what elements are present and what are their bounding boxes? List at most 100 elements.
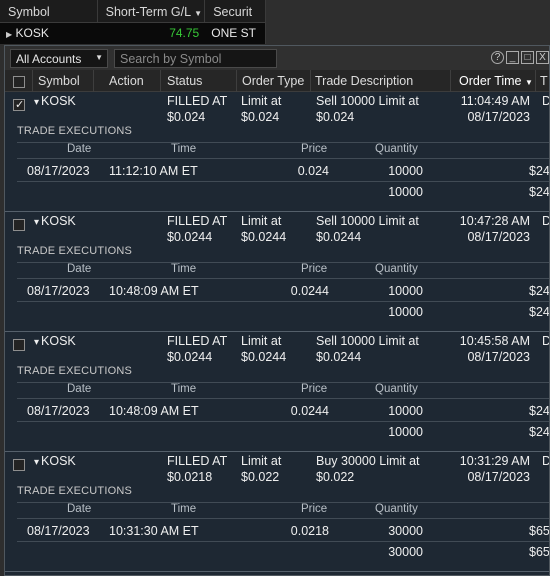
order-symbol[interactable]: KOSK	[34, 93, 76, 111]
order-desc-line1: Buy 30000 Limit at	[316, 454, 420, 468]
summary-total: $24	[529, 185, 550, 199]
positions-row[interactable]: ▶ KOSK 74.75 ONE ST	[0, 23, 265, 43]
order-type-line2: $0.0244	[241, 230, 287, 244]
order-type-line1: Limit at	[241, 334, 282, 348]
exec-price: 0.024	[297, 164, 329, 178]
order-checkbox[interactable]	[13, 339, 25, 351]
exec-col-price: Price	[301, 263, 328, 275]
exec-col-quantity: Quantity	[375, 143, 418, 155]
executions-header: Date Time Price Quantity	[17, 142, 549, 159]
order-status-line2: $0.024	[167, 110, 206, 124]
execution-summary-row: 10000 $24	[17, 183, 549, 203]
exec-time: 11:12:10 AM ET	[109, 164, 198, 178]
order-status-line2: $0.0218	[167, 470, 213, 484]
order-date: 08/17/2023	[467, 470, 530, 484]
trade-executions-label: TRADE EXECUTIONS	[17, 365, 133, 377]
positions-col-security[interactable]: Securit	[205, 0, 265, 22]
order-type-line2: $0.024	[241, 110, 280, 124]
order-symbol[interactable]: KOSK	[34, 333, 76, 351]
exec-time: 10:31:30 AM ET	[109, 524, 199, 538]
order-trailing-cell: D	[542, 213, 549, 229]
col-extra[interactable]: T	[536, 70, 549, 92]
exec-quantity: 10000	[388, 164, 423, 178]
col-order-time[interactable]: Order Time ▼	[451, 70, 536, 92]
exec-col-date: Date	[67, 263, 92, 275]
order-type-line2: $0.0244	[241, 350, 287, 364]
exec-total: $24	[529, 164, 550, 178]
sort-caret-icon: ▼	[194, 9, 203, 18]
symbol-search-input[interactable]: Search by Symbol	[114, 48, 277, 68]
order-time: 10:31:29 AM	[459, 454, 530, 468]
order-time: 11:04:49 AM	[460, 94, 530, 108]
account-select-value: All Accounts	[16, 51, 82, 66]
select-all-checkbox[interactable]	[13, 75, 25, 88]
execution-row[interactable]: 08/17/2023 11:12:10 AM ET 0.024 10000 $2…	[17, 162, 549, 182]
order-desc-line1: Sell 10000 Limit at	[316, 334, 419, 348]
execution-row[interactable]: 08/17/2023 10:48:09 AM ET 0.0244 10000 $…	[17, 282, 549, 302]
order-row[interactable]: KOSK FILLED AT $0.024 Limit at $0.024 Se…	[5, 92, 549, 212]
execution-row[interactable]: 08/17/2023 10:31:30 AM ET 0.0218 30000 $…	[17, 522, 549, 542]
col-action[interactable]: Action	[94, 70, 161, 92]
exec-col-price: Price	[301, 383, 328, 395]
order-status-line2: $0.0244	[167, 350, 213, 364]
order-checkbox[interactable]	[13, 219, 25, 231]
maximize-icon[interactable]: □	[521, 51, 534, 64]
positions-widget: Symbol Short-Term G/L ▼ Securit ▶ KOSK 7…	[0, 0, 266, 44]
exec-col-time: Time	[171, 383, 197, 395]
executions-header: Date Time Price Quantity	[17, 262, 549, 279]
summary-quantity: 30000	[388, 545, 423, 559]
chevron-down-icon: ▼	[95, 52, 103, 62]
order-desc-line2: $0.0244	[316, 350, 362, 364]
minimize-icon[interactable]: _	[506, 51, 519, 64]
positions-col-symbol[interactable]: Symbol	[0, 0, 98, 22]
exec-date: 08/17/2023	[27, 524, 90, 538]
orders-toolbar: All Accounts ▼ Search by Symbol ? _ □ X	[5, 46, 549, 70]
order-checkbox[interactable]	[13, 97, 25, 113]
summary-total: $65	[529, 545, 550, 559]
exec-date: 08/17/2023	[27, 404, 90, 418]
execution-summary-row: 10000 $24	[17, 423, 549, 443]
exec-price: 0.0218	[290, 524, 329, 538]
summary-total: $24	[529, 425, 550, 439]
order-status-line2: $0.0244	[167, 230, 213, 244]
order-type-line1: Limit at	[241, 214, 282, 228]
orders-list: KOSK FILLED AT $0.024 Limit at $0.024 Se…	[5, 92, 549, 572]
positions-gl-value: 74.75	[169, 26, 200, 40]
order-trailing-cell: D	[542, 333, 549, 349]
account-select[interactable]: All Accounts ▼	[10, 48, 108, 68]
exec-col-time: Time	[171, 503, 197, 515]
executions-header: Date Time Price Quantity	[17, 502, 549, 519]
trade-executions-label: TRADE EXECUTIONS	[17, 245, 133, 257]
order-symbol[interactable]: KOSK	[34, 213, 76, 231]
orders-window: All Accounts ▼ Search by Symbol ? _ □ X …	[4, 45, 550, 576]
order-time: 10:47:28 AM	[459, 214, 530, 228]
positions-col-gl[interactable]: Short-Term G/L ▼	[98, 0, 206, 22]
col-symbol[interactable]: Symbol	[33, 70, 94, 92]
execution-row[interactable]: 08/17/2023 10:48:09 AM ET 0.0244 10000 $…	[17, 402, 549, 422]
exec-col-price: Price	[301, 503, 328, 515]
orders-column-header: Symbol Action Status Order Type Trade De…	[5, 70, 549, 92]
exec-col-date: Date	[67, 383, 92, 395]
order-desc-line2: $0.024	[316, 110, 355, 124]
order-symbol[interactable]: KOSK	[34, 453, 76, 471]
order-row[interactable]: KOSK FILLED AT $0.0244 Limit at $0.0244 …	[5, 212, 549, 332]
close-icon[interactable]: X	[536, 51, 549, 64]
col-trade-description[interactable]: Trade Description	[311, 70, 451, 92]
col-order-type[interactable]: Order Type	[237, 70, 311, 92]
order-checkbox[interactable]	[13, 459, 25, 471]
help-icon[interactable]: ?	[491, 51, 504, 64]
order-row[interactable]: KOSK FILLED AT $0.0244 Limit at $0.0244 …	[5, 332, 549, 452]
exec-total: $65	[529, 524, 550, 538]
col-status[interactable]: Status	[161, 70, 237, 92]
col-order-time-label: Order Time	[459, 74, 522, 88]
positions-header: Symbol Short-Term G/L ▼ Securit	[0, 0, 265, 23]
order-status-line1: FILLED AT	[167, 94, 228, 108]
order-trailing-cell: D	[542, 453, 549, 469]
trade-executions-label: TRADE EXECUTIONS	[17, 485, 133, 497]
expand-arrow-icon[interactable]: ▶	[6, 30, 12, 39]
order-desc-line1: Sell 10000 Limit at	[316, 94, 419, 108]
order-desc-line2: $0.0244	[316, 230, 362, 244]
order-row[interactable]: KOSK FILLED AT $0.0218 Limit at $0.022 B…	[5, 452, 549, 572]
exec-col-quantity: Quantity	[375, 263, 418, 275]
order-date: 08/17/2023	[467, 110, 530, 124]
